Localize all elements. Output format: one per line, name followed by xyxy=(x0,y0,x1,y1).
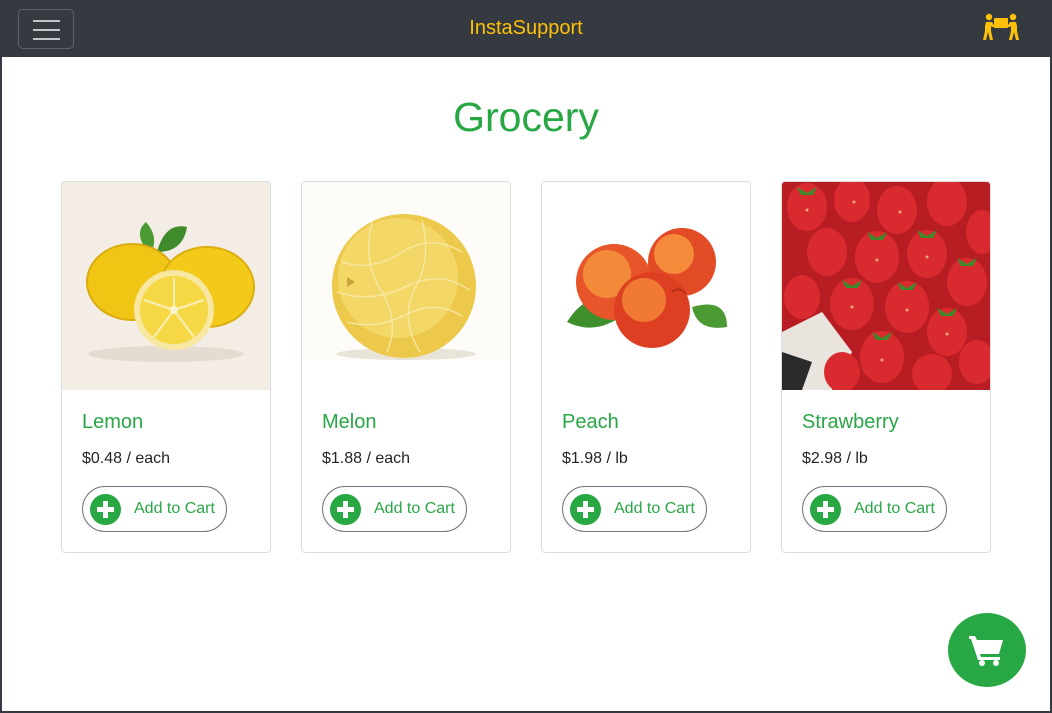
lemon-image xyxy=(62,182,270,390)
plus-circle-icon xyxy=(90,494,121,525)
add-to-cart-button-melon[interactable]: Add to Cart xyxy=(322,486,467,532)
cart-button[interactable] xyxy=(948,613,1026,687)
melon-image xyxy=(302,182,510,390)
product-card-lemon: Lemon $0.48 / each Add to Cart xyxy=(61,181,271,553)
product-name: Peach xyxy=(562,411,619,433)
product-price: $1.88 / each xyxy=(322,450,411,467)
page-title: Grocery xyxy=(453,94,599,140)
peach-image xyxy=(542,182,750,390)
people-carry-icon[interactable] xyxy=(983,13,1019,43)
brand-link[interactable]: InstaSupport xyxy=(469,17,582,39)
product-name: Melon xyxy=(322,411,377,433)
plus-circle-icon xyxy=(330,494,361,525)
add-to-cart-button-lemon[interactable]: Add to Cart xyxy=(82,486,227,532)
add-to-cart-label: Add to Cart xyxy=(134,500,215,517)
shopping-cart-icon xyxy=(969,636,1003,666)
product-card-melon: Melon $1.88 / each Add to Cart xyxy=(301,181,511,553)
plus-circle-icon xyxy=(570,494,601,525)
product-card-peach: Peach $1.98 / lb Add to Cart xyxy=(541,181,751,553)
product-price: $0.48 / each xyxy=(82,450,171,467)
add-to-cart-label: Add to Cart xyxy=(374,500,455,517)
plus-circle-icon xyxy=(810,494,841,525)
product-name: Strawberry xyxy=(802,411,899,433)
product-name: Lemon xyxy=(82,411,144,433)
navbar: InstaSupport xyxy=(0,0,1052,57)
product-price: $2.98 / lb xyxy=(802,450,868,467)
add-to-cart-label: Add to Cart xyxy=(614,500,695,517)
add-to-cart-label: Add to Cart xyxy=(854,500,935,517)
brand-container: InstaSupport xyxy=(0,17,1052,40)
strawberry-image xyxy=(782,182,990,390)
add-to-cart-button-strawberry[interactable]: Add to Cart xyxy=(802,486,947,532)
product-card-strawberry: Strawberry $2.98 / lb Add to Cart xyxy=(781,181,991,553)
product-price: $1.98 / lb xyxy=(562,450,628,467)
add-to-cart-button-peach[interactable]: Add to Cart xyxy=(562,486,707,532)
